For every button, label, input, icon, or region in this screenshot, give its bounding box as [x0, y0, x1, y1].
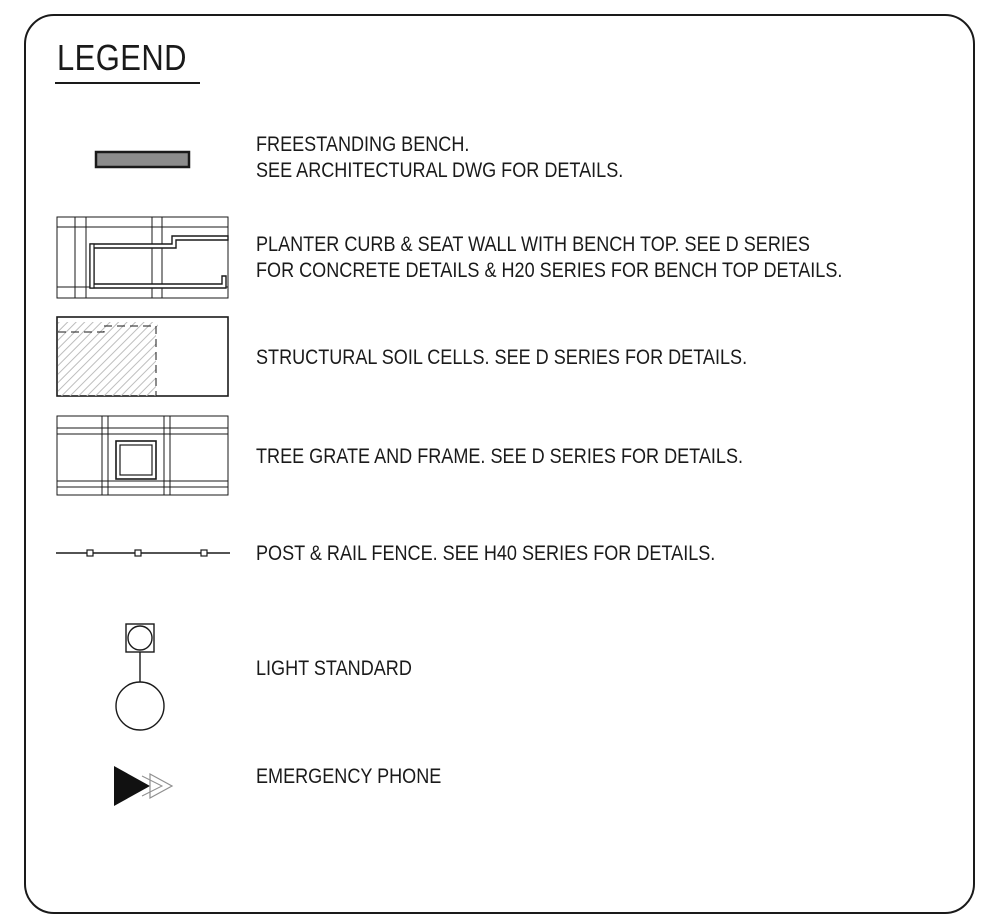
fence-icon [56, 549, 230, 557]
title-underline [55, 82, 200, 84]
legend-title: LEGEND [57, 37, 187, 78]
legend-label-soil-cells: STRUCTURAL SOIL CELLS. SEE D SERIES FOR … [256, 346, 748, 369]
legend-label-bench: FREESTANDING BENCH. SEE ARCHITECTURAL DW… [256, 133, 624, 182]
legend-label-emergency-phone: EMERGENCY PHONE [256, 765, 442, 788]
planter-curb-icon [56, 216, 229, 299]
light-standard-icon [115, 623, 165, 731]
tree-grate-icon [56, 415, 229, 496]
legend-label-light-standard: LIGHT STANDARD [256, 657, 412, 680]
emergency-phone-icon [114, 766, 174, 806]
legend-label-tree-grate: TREE GRATE AND FRAME. SEE D SERIES FOR D… [256, 445, 744, 468]
bench-symbol-icon [94, 150, 191, 169]
legend-label-fence: POST & RAIL FENCE. SEE H40 SERIES FOR DE… [256, 542, 716, 565]
soil-cells-icon [56, 316, 229, 397]
legend-label-planter-curb: PLANTER CURB & SEAT WALL WITH BENCH TOP.… [256, 233, 843, 282]
